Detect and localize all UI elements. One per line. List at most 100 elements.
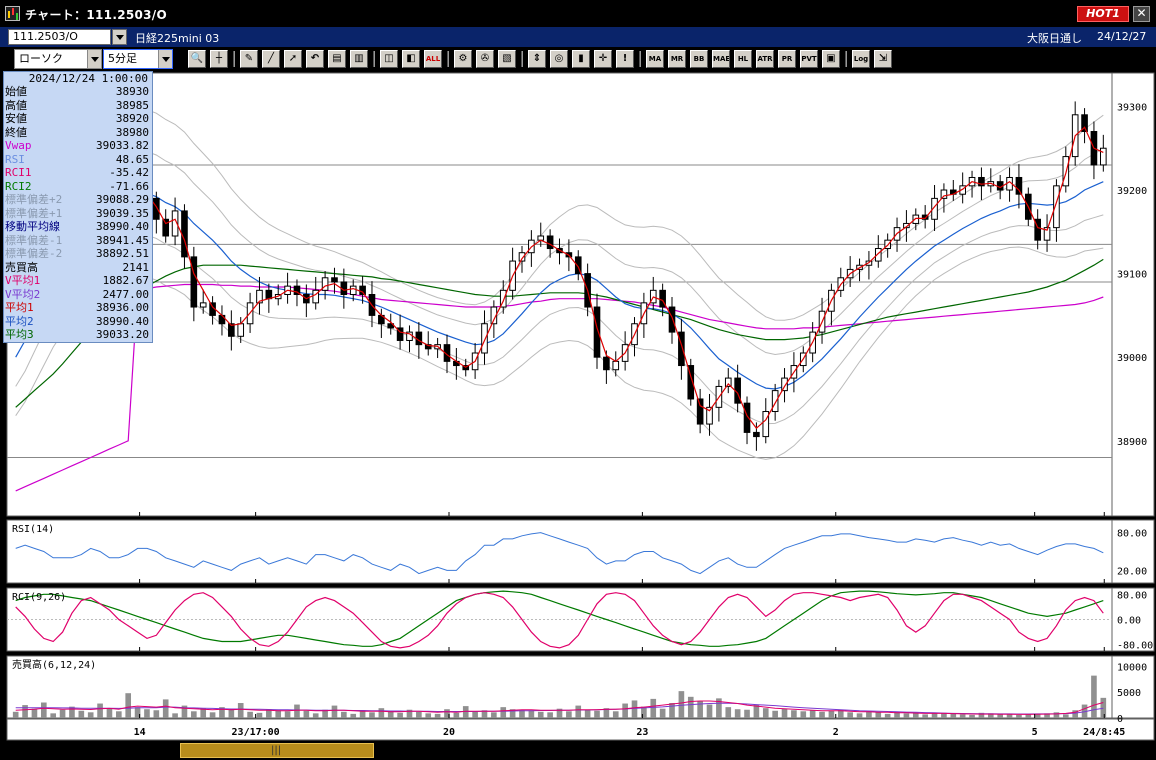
chart-area[interactable]: 39300 39200 39100 39000 38900 RSI(14) 80.00 20.… (0, 71, 1156, 760)
atr-icon[interactable]: ATR (756, 50, 774, 68)
volume-bar (41, 702, 47, 718)
volume-bar (650, 698, 657, 718)
x-tick-label: 23 (636, 727, 648, 738)
volume-bar (856, 713, 863, 718)
candle-body (181, 210, 188, 258)
app-logo-icon (5, 6, 20, 21)
volume-bar (584, 710, 591, 718)
volume-bar (903, 713, 910, 718)
volume-bar (809, 710, 816, 718)
trash-icon[interactable]: ▥ (350, 50, 368, 68)
volume-bar (209, 712, 216, 718)
candle-body (940, 189, 948, 199)
volume-bar (884, 713, 891, 718)
volume-bar (1062, 714, 1069, 718)
info-row: RSI 48.65 (4, 153, 152, 167)
y-tick-label: -80.00 (1117, 641, 1153, 652)
volume-bar (566, 711, 572, 718)
volume-bar (791, 710, 797, 718)
info-label: RSI (5, 152, 25, 166)
mr-icon[interactable]: MR (668, 50, 686, 68)
symbol-dropdown-icon[interactable] (112, 29, 127, 45)
scroll-grip-icon: ||| (271, 745, 282, 756)
settings-icon[interactable]: ⚙ (454, 50, 472, 68)
info-row: 標準偏差-1 38941.45 (4, 234, 152, 248)
volume-bar (1100, 697, 1107, 718)
wrench-icon[interactable]: ✇ (476, 50, 494, 68)
info-value: 1882.67 (102, 274, 149, 287)
hot-button[interactable]: HOT1 (1077, 6, 1129, 22)
export-icon[interactable]: ⇲ (874, 50, 892, 68)
all-icon[interactable]: ALL (424, 50, 442, 68)
toolbar-separator (521, 51, 523, 67)
x-tick-label: 5 (1032, 727, 1038, 738)
volume-bar (725, 707, 732, 718)
crosshair-icon[interactable]: ┼ (210, 50, 228, 68)
volume-bar (622, 703, 628, 718)
log-icon[interactable]: Log (852, 50, 870, 68)
pr-icon[interactable]: PR (778, 50, 796, 68)
search-icon[interactable]: ◎ (550, 50, 568, 68)
line-icon[interactable]: ╱ (262, 50, 280, 68)
zoom-icon[interactable]: 🔍 (188, 50, 206, 68)
mae-icon[interactable]: MAE (712, 50, 730, 68)
volume-bar (659, 708, 666, 718)
candle-body (237, 323, 245, 337)
box-icon[interactable]: ▣ (822, 50, 840, 68)
info-label: 売買高 (5, 260, 38, 274)
info-value: 39033.82 (96, 139, 149, 152)
candle-body (359, 285, 366, 296)
info-label: 終値 (5, 125, 27, 139)
volume-bar (997, 714, 1003, 718)
undo-icon[interactable]: ↶ (306, 50, 324, 68)
y-tick-label: 39300 (1117, 102, 1147, 113)
bb-icon[interactable]: BB (690, 50, 708, 68)
info-value: 38980 (115, 125, 149, 139)
ma-icon[interactable]: MA (646, 50, 664, 68)
volume-bar (425, 713, 432, 718)
market-label: 大阪日通し (1027, 32, 1082, 45)
volume-bar (959, 714, 966, 718)
toolbar-separator (373, 51, 375, 67)
pvt-icon[interactable]: PVT (800, 50, 818, 68)
candle-body (771, 390, 779, 413)
palette-icon[interactable]: ▧ (498, 50, 516, 68)
cross-icon[interactable]: ✛ (594, 50, 612, 68)
volume-bar (416, 711, 422, 718)
bar-chart-icon[interactable]: ▮ (572, 50, 590, 68)
pencil-icon[interactable]: ✎ (240, 50, 258, 68)
hl-icon[interactable]: HL (734, 50, 752, 68)
volume-bar (922, 714, 928, 718)
volume-bar (762, 708, 769, 718)
interval-select[interactable]: 5分足 (103, 49, 173, 69)
toolbar: ローソク 5分足 🔍 ┼ ✎ ╱ ➚ ↶ ▤ ▥ ◫ ◧ ALL ⚙ ✇ ▧ ⇕ ◎ ▮ ✛! MA MR BB MAE H… (0, 47, 1156, 71)
info-label: Vwap (5, 139, 32, 152)
volume-bar (669, 703, 675, 718)
info-icon[interactable]: ! (616, 50, 634, 68)
note-icon[interactable]: ▤ (328, 50, 346, 68)
info-panel: 2024/12/24 1:00:00 始値 38930 高値 38985 安値 38920… (3, 71, 153, 343)
split2-icon[interactable]: ◧ (402, 50, 420, 68)
chart-scrollbar[interactable]: ||| (0, 741, 1156, 760)
chart-canvas[interactable]: 3930039200391003900038900RSI(14) 80.0020.… (0, 71, 1156, 760)
split-icon[interactable]: ◫ (380, 50, 398, 68)
window-title: チャート：111.2503/O (25, 8, 167, 22)
volume-bar (22, 705, 28, 718)
chart-panel-1 (6, 519, 1113, 584)
cursor-icon[interactable]: ➚ (284, 50, 302, 68)
y-tick-label: 5000 (1117, 688, 1141, 699)
volume-panel-title: 売買高(6,12,24) (12, 658, 96, 671)
x-axis-band (6, 718, 1155, 741)
info-row: RCI2 -71.66 (4, 180, 152, 194)
chevron-down-icon[interactable] (158, 50, 172, 68)
order-icon[interactable]: ⇕ (528, 50, 546, 68)
chart-panel-0 (6, 72, 1113, 517)
symbol-input[interactable]: 111.2503/O (8, 29, 111, 45)
info-label: 標準偏差-2 (5, 247, 63, 260)
chart-type-select[interactable]: ローソク (14, 49, 102, 69)
info-rows: 始値 38930 高値 38985 安値 38920 終値 38980 Vwap 39033.82… (4, 85, 152, 342)
close-icon[interactable]: ✕ (1133, 6, 1150, 22)
volume-bar (378, 708, 385, 718)
chevron-down-icon[interactable] (87, 50, 101, 68)
scroll-thumb[interactable]: ||| (180, 743, 374, 758)
